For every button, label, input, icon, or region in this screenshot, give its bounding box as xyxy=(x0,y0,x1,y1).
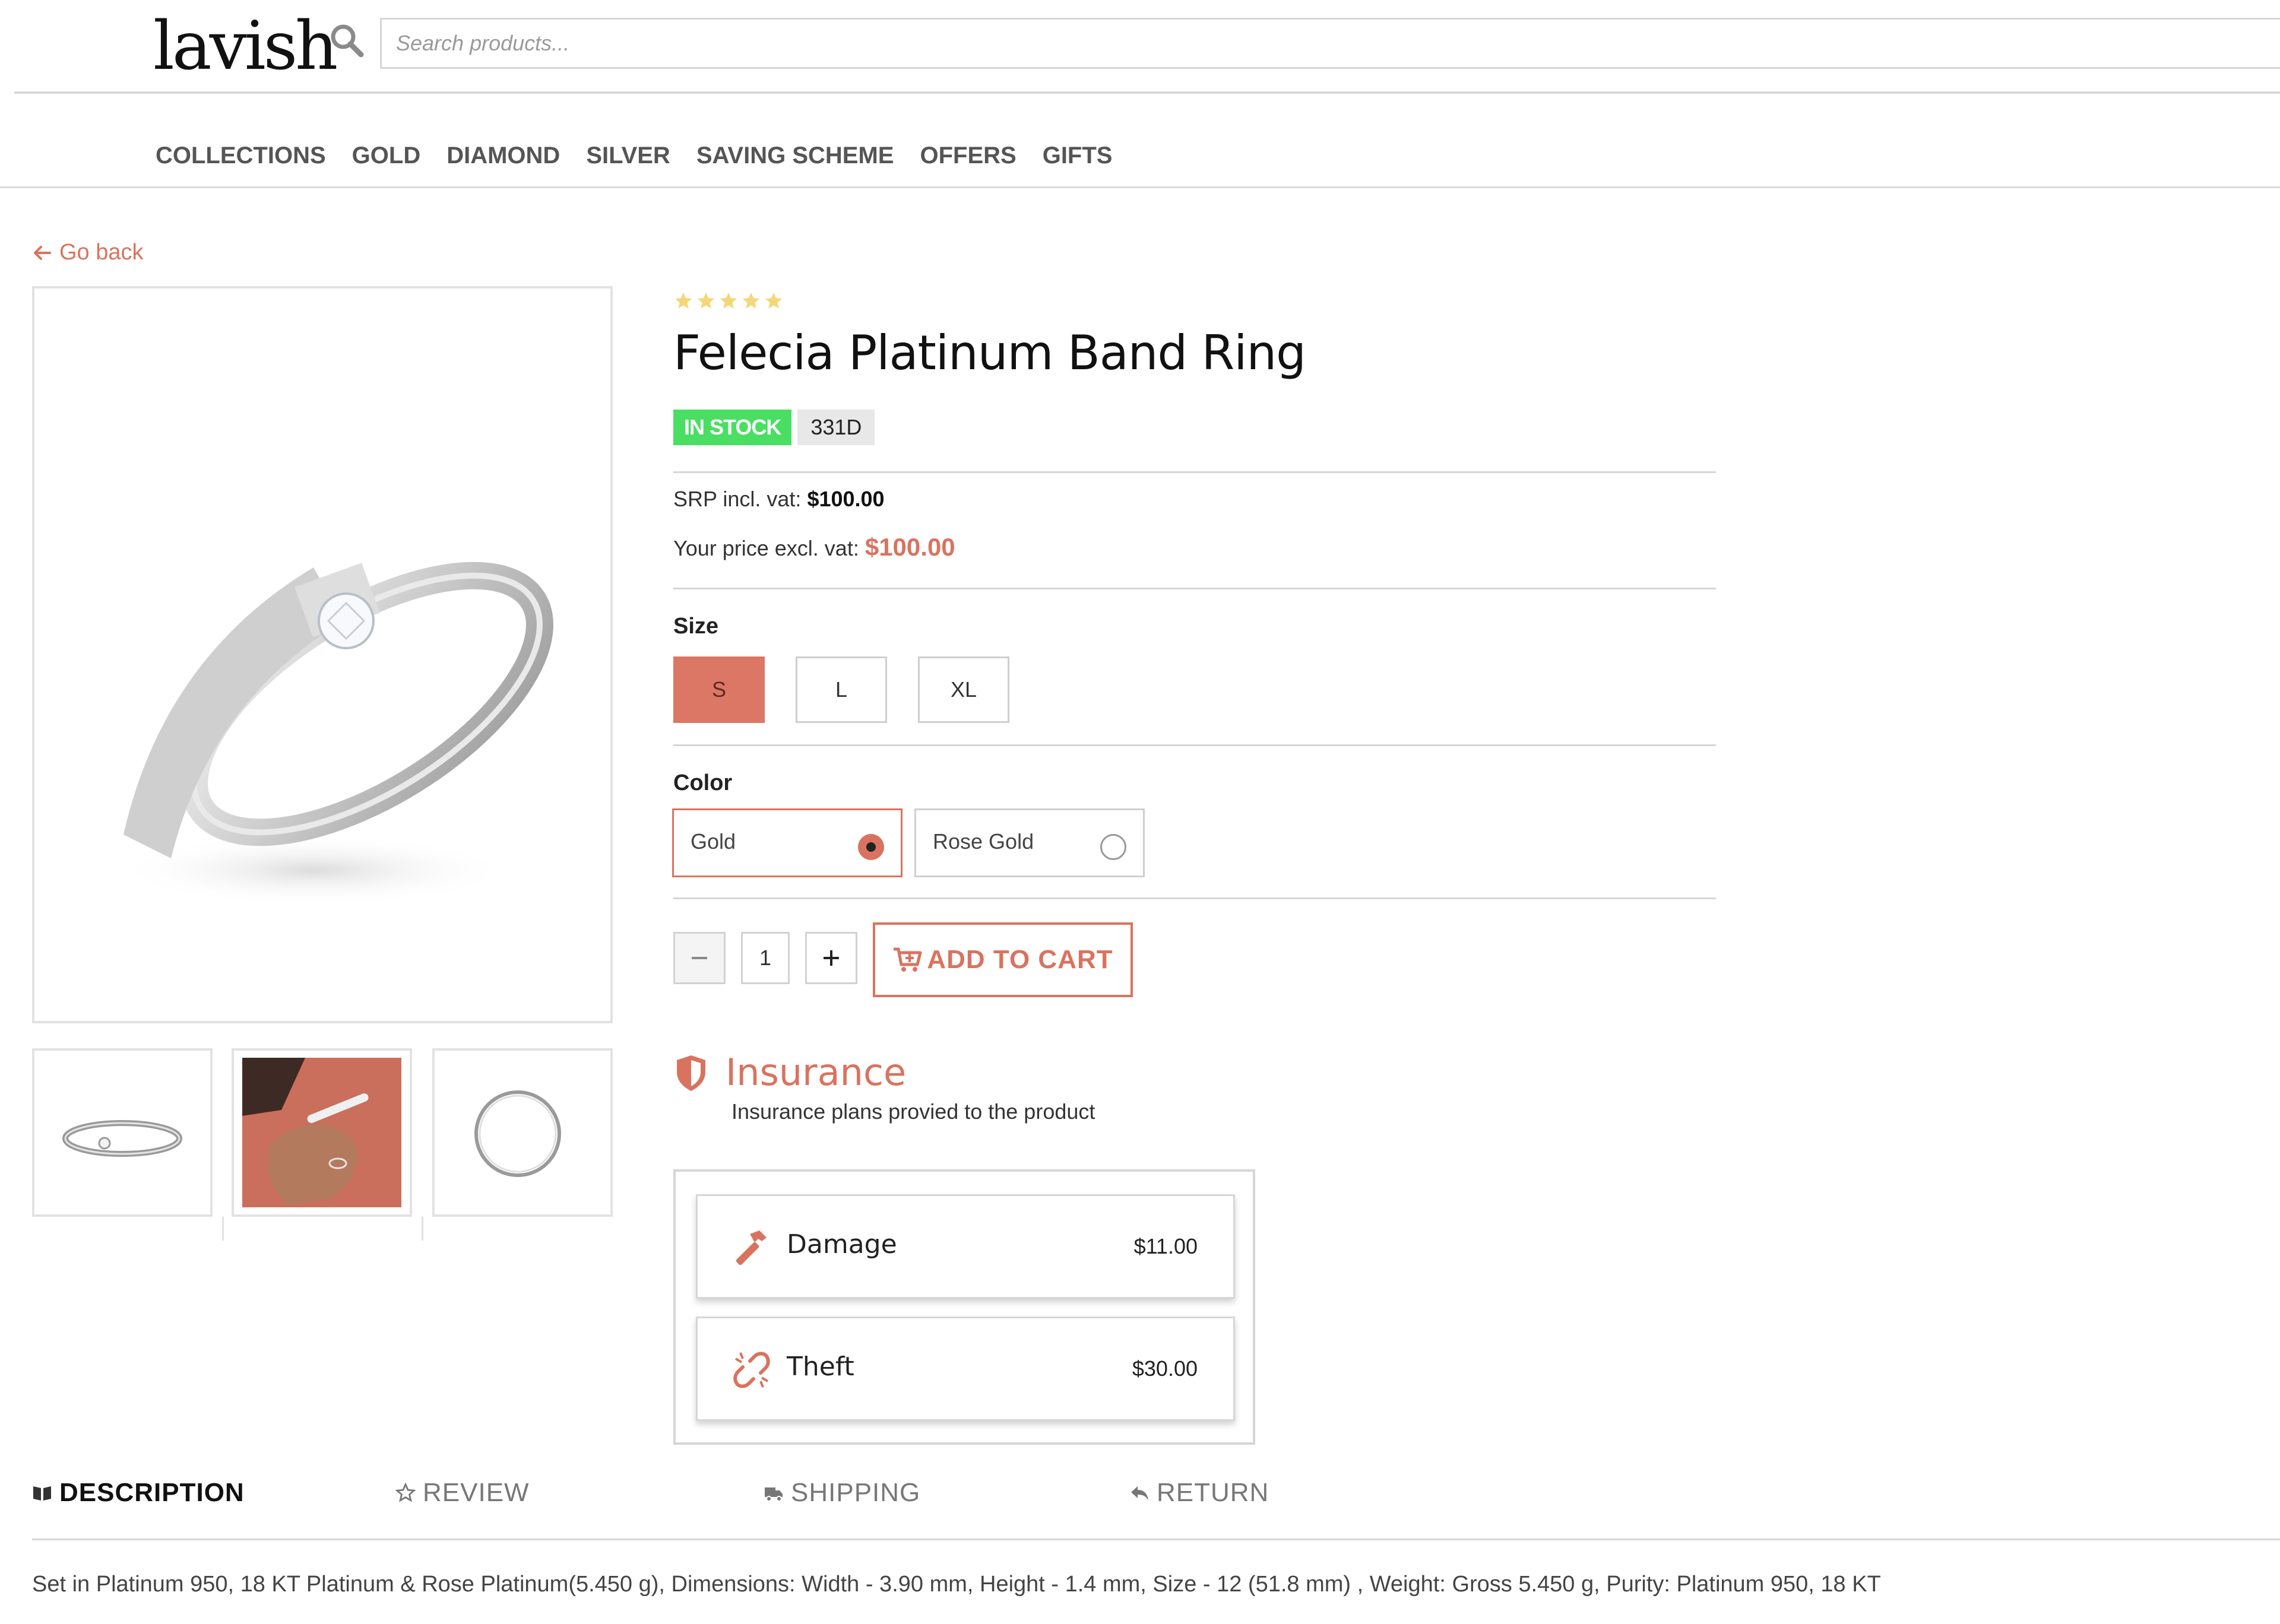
nav-item-collections[interactable]: COLLECTIONS xyxy=(156,142,326,169)
color-option-gold[interactable]: Gold xyxy=(672,808,902,877)
size-label: Size xyxy=(673,614,719,639)
star-icon xyxy=(697,292,715,309)
star-icon xyxy=(742,292,760,309)
nav-item-gold[interactable]: GOLD xyxy=(352,142,421,169)
your-price-label: Your price excl. vat: xyxy=(673,536,859,560)
ring-side-thumbnail xyxy=(62,1120,182,1157)
search-input[interactable] xyxy=(380,18,2280,69)
thumbnail-strip xyxy=(32,1048,613,1241)
thumbnail-separator xyxy=(222,1217,224,1241)
radio-button[interactable] xyxy=(1100,834,1126,860)
insurance-plan-price: $11.00 xyxy=(1133,1234,1198,1258)
add-to-cart-label: ADD TO CART xyxy=(927,945,1113,974)
product-description-text: Set in Platinum 950, 18 KT Platinum & Ro… xyxy=(32,1572,1881,1597)
tab-label: DESCRIPTION xyxy=(59,1478,245,1507)
main-nav: COLLECTIONS GOLD DIAMOND SILVER SAVING S… xyxy=(156,142,1112,169)
thumbnail-1[interactable] xyxy=(32,1048,213,1217)
color-option-label: Gold xyxy=(691,829,736,854)
srp-price-row: SRP incl. vat: $100.00 xyxy=(673,487,885,512)
your-price-value: $100.00 xyxy=(864,533,955,561)
insurance-plan-label: Theft xyxy=(787,1352,854,1382)
header-divider xyxy=(14,91,2280,94)
quantity-increment-button[interactable] xyxy=(805,932,857,984)
star-icon xyxy=(674,292,692,309)
site-header: lavish xyxy=(0,0,2280,95)
nav-item-offers[interactable]: OFFERS xyxy=(920,142,1016,169)
hand-model-thumbnail xyxy=(242,1058,401,1207)
product-main-image[interactable] xyxy=(32,286,613,1023)
insurance-plan-theft[interactable]: Theft $30.00 xyxy=(696,1317,1235,1421)
tab-label: REVIEW xyxy=(423,1478,530,1507)
radio-button[interactable] xyxy=(858,834,884,860)
tab-shipping[interactable]: SHIPPING xyxy=(764,1478,920,1508)
size-option-xl[interactable]: XL xyxy=(918,656,1009,723)
shield-icon xyxy=(677,1055,705,1091)
section-divider xyxy=(673,588,1716,589)
quantity-input[interactable] xyxy=(741,932,790,984)
nav-item-gifts[interactable]: GIFTS xyxy=(1043,142,1113,169)
add-to-cart-button[interactable]: ADD TO CART xyxy=(873,922,1133,997)
color-label: Color xyxy=(673,770,733,795)
hammer-icon xyxy=(736,1230,767,1265)
product-badges: IN STOCK 331D xyxy=(673,410,875,445)
insurance-description: Insurance plans provied to the product xyxy=(732,1099,1095,1124)
truck-icon xyxy=(765,1487,783,1502)
broken-link-icon xyxy=(733,1352,770,1388)
tabs-divider xyxy=(32,1539,2280,1540)
cart-plus-icon xyxy=(894,947,922,972)
section-divider xyxy=(673,897,1716,899)
reply-icon xyxy=(1131,1486,1148,1501)
your-price-row: Your price excl. vat: $100.00 xyxy=(673,533,955,562)
plus-icon xyxy=(824,950,839,966)
srp-label: SRP incl. vat: xyxy=(673,487,802,511)
product-title: Felecia Platinum Band Ring xyxy=(673,325,1306,380)
thumbnail-separator xyxy=(422,1217,423,1241)
insurance-plan-damage[interactable]: Damage $11.00 xyxy=(696,1194,1235,1299)
arrow-left-icon xyxy=(34,245,51,260)
quantity-decrement-button[interactable] xyxy=(673,932,726,984)
srp-value: $100.00 xyxy=(807,487,885,511)
section-divider xyxy=(673,471,1716,473)
tab-review[interactable]: REVIEW xyxy=(395,1478,530,1508)
go-back-label: Go back xyxy=(59,240,144,265)
section-divider xyxy=(673,744,1716,746)
ring-image xyxy=(118,562,553,906)
search-icon[interactable] xyxy=(328,21,366,59)
color-option-rose-gold[interactable]: Rose Gold xyxy=(914,808,1145,877)
ring-top-thumbnail xyxy=(474,1090,561,1177)
nav-item-diamond[interactable]: DIAMOND xyxy=(446,142,560,169)
site-logo[interactable]: lavish xyxy=(153,5,338,88)
insurance-plan-price: $30.00 xyxy=(1132,1356,1198,1381)
insurance-title: Insurance xyxy=(726,1051,907,1094)
in-stock-badge: IN STOCK xyxy=(673,410,792,445)
rating-stars xyxy=(673,291,784,311)
thumbnail-2[interactable] xyxy=(232,1048,412,1217)
tab-description[interactable]: DESCRIPTION xyxy=(32,1478,245,1508)
star-outline-icon xyxy=(395,1483,416,1502)
minus-icon xyxy=(692,957,707,959)
nav-item-silver[interactable]: SILVER xyxy=(586,142,670,169)
nav-item-saving-scheme[interactable]: SAVING SCHEME xyxy=(696,142,894,169)
nav-divider xyxy=(0,186,2280,188)
thumbnail-3[interactable] xyxy=(432,1048,613,1217)
go-back-link[interactable]: Go back xyxy=(32,240,144,265)
insurance-plan-label: Damage xyxy=(787,1229,897,1260)
star-icon xyxy=(765,292,783,309)
product-tabs: DESCRIPTION REVIEW SHIPPING RETURN xyxy=(32,1478,2280,1543)
sku-badge: 331D xyxy=(797,410,875,445)
book-icon xyxy=(33,1486,51,1501)
tab-label: RETURN xyxy=(1157,1478,1269,1507)
color-option-label: Rose Gold xyxy=(933,829,1034,854)
insurance-plans-box: Damage $11.00 Theft $30.00 xyxy=(673,1169,1255,1445)
size-option-s[interactable]: S xyxy=(673,656,765,723)
tab-return[interactable]: RETURN xyxy=(1129,1478,1269,1508)
star-icon xyxy=(720,292,737,309)
tab-label: SHIPPING xyxy=(791,1478,921,1507)
size-option-l[interactable]: L xyxy=(796,656,887,723)
